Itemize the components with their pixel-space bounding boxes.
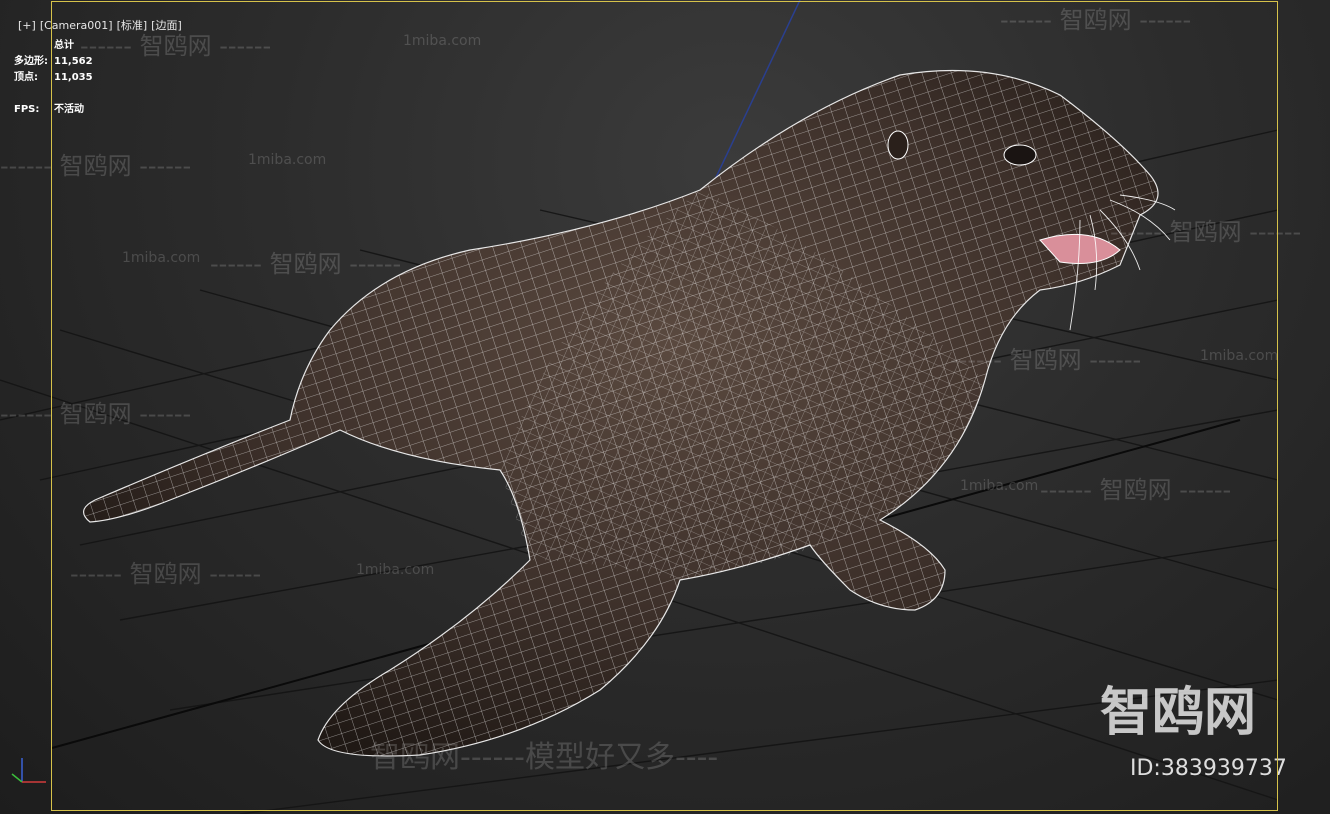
stats-fps-label: FPS: [14, 104, 40, 115]
stats-verts-label: 顶点: [14, 72, 38, 83]
watermark-site: 1miba.com [248, 152, 327, 168]
watermark-line: ------ 智鸥网 ------ [1040, 476, 1232, 504]
watermark-line: ------ 智鸥网 ------ [210, 250, 402, 278]
stats-verts-value: 11,035 [54, 72, 93, 83]
watermark-line: 智鸥网------模型好又多---- [370, 740, 719, 775]
watermark-line: ------ 智鸥网 ------ [1110, 218, 1302, 246]
watermark-site: 1miba.com [1200, 348, 1279, 364]
watermark-line: ------ 智鸥网 ------ [70, 560, 262, 588]
stats-fps-value: 不活动 [54, 104, 84, 115]
watermark-site: 1miba.com [403, 33, 482, 49]
watermark-site: 1miba.com [356, 562, 435, 578]
watermark-site: 1miba.com [122, 250, 201, 266]
watermark-line: ------ 智鸥网 ------ [0, 400, 192, 428]
watermark-line: ------ 智鸥网 ------ [0, 152, 192, 180]
watermark-line: ------ 智鸥网 ------ [1000, 6, 1192, 34]
stats-polys-label: 多边形: [14, 56, 48, 67]
watermark-site: 1miba.com [960, 478, 1039, 494]
watermark-brand-big: 智鸥网 [1100, 683, 1257, 743]
watermark-line: ------ 智鸥网 ------ [950, 346, 1142, 374]
viewport[interactable]: [+] [Camera001] [标准] [边面] 总计 多边形: 11,562 顶点:… [0, 0, 1330, 814]
stats-header: 总计 [54, 40, 74, 51]
watermark-line: ------ 智鸥网 ------ [80, 32, 272, 60]
axis-gizmo-icon [11, 758, 46, 783]
viewport-menu-plus[interactable]: [+] [18, 19, 36, 32]
watermark-id: ID:383939737 [1130, 756, 1287, 781]
